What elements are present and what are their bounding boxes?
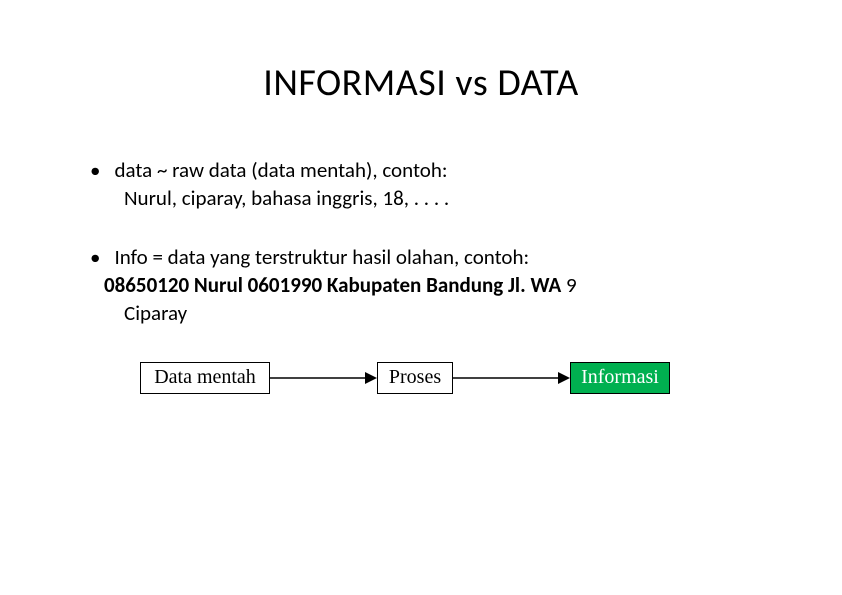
diagram-box1-label: Data mentah — [154, 364, 256, 391]
bullet-2-line: • Info = data yang terstruktur hasil ola… — [90, 243, 772, 271]
bullet-1-block: • data ~ raw data (data mentah), contoh:… — [70, 156, 772, 213]
arrow-icon — [270, 358, 377, 398]
flow-diagram: Data mentah Proses Informasi — [140, 358, 700, 408]
bullet-2-sub-rest: 9 — [561, 272, 576, 298]
bullet-2-sub: 08650120 Nurul 0601990 Kabupaten Bandung… — [104, 271, 772, 299]
bullet-dot-icon: • — [90, 243, 100, 271]
diagram-box-informasi: Informasi — [570, 362, 670, 394]
slide: INFORMASI vs DATA • data ~ raw data (dat… — [0, 0, 842, 595]
bullet-dot-icon: • — [90, 156, 100, 184]
arrow-icon — [453, 358, 570, 398]
diagram-box-data-mentah: Data mentah — [140, 362, 270, 394]
bullet-2-block: • Info = data yang terstruktur hasil ola… — [70, 243, 772, 328]
diagram-box3-label: Informasi — [581, 364, 659, 391]
diagram-box2-label: Proses — [389, 364, 441, 391]
slide-content: • data ~ raw data (data mentah), contoh:… — [70, 156, 772, 408]
bullet-1-text: data ~ raw data (data mentah), contoh: — [114, 156, 447, 184]
bullet-2-sub-bold: 08650120 Nurul 0601990 Kabupaten Bandung… — [104, 272, 561, 298]
diagram-box-proses: Proses — [377, 362, 453, 394]
slide-title: INFORMASI vs DATA — [70, 60, 772, 106]
bullet-2-sub-line2: Ciparay — [124, 299, 772, 327]
bullet-1-line: • data ~ raw data (data mentah), contoh: — [90, 156, 772, 184]
bullet-2-text: Info = data yang terstruktur hasil olaha… — [114, 243, 529, 271]
bullet-1-sub: Nurul, ciparay, bahasa inggris, 18, . . … — [124, 184, 772, 212]
